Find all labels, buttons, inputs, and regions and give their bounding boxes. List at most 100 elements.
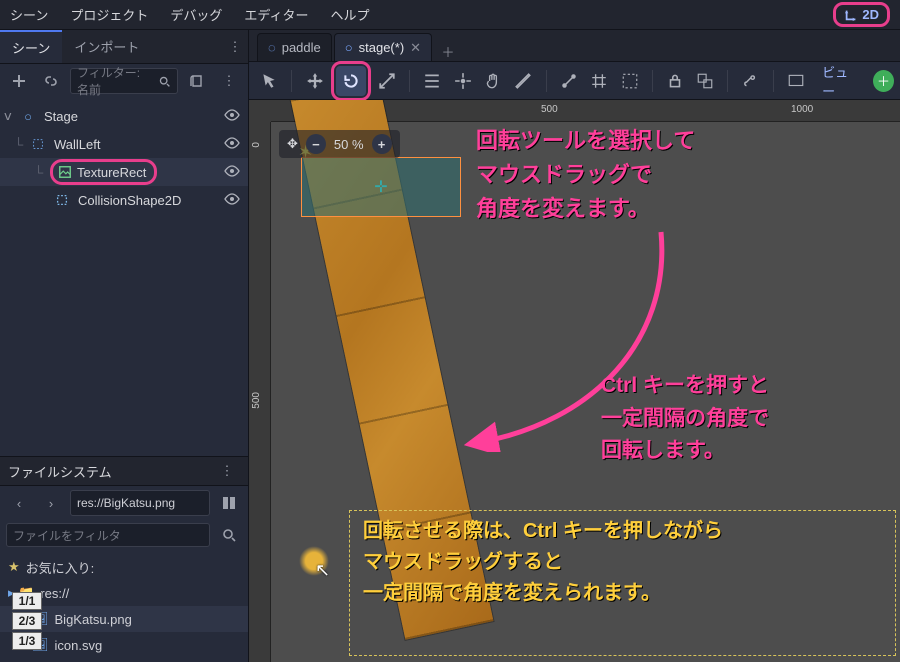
tree-node-wallleft[interactable]: └ WallLeft xyxy=(0,130,248,158)
page-badge: 1/1 xyxy=(12,592,42,610)
add-scene-tab[interactable]: ＋ xyxy=(434,42,462,61)
ruler-corner xyxy=(249,100,271,122)
ruler-tool[interactable] xyxy=(509,66,537,96)
close-icon[interactable]: ✕ xyxy=(410,40,421,56)
list-select-tool[interactable] xyxy=(418,66,446,96)
lock-button[interactable] xyxy=(661,66,689,96)
fs-forward-button[interactable]: › xyxy=(38,490,64,516)
viewport-2d[interactable]: 0 500 1000 0 500 ✛ ✶ ✥ − 50 % + xyxy=(249,100,900,662)
star-icon: ★ xyxy=(8,559,20,575)
node2d-icon xyxy=(30,136,46,152)
rotate-tool-highlight xyxy=(331,61,371,101)
tree-node-label: WallLeft xyxy=(54,137,100,152)
fs-layout-toggle[interactable] xyxy=(216,490,242,516)
pan-tool[interactable] xyxy=(479,66,507,96)
dock-menu-icon[interactable]: ⋮ xyxy=(214,458,240,484)
view-menu[interactable]: ビュー xyxy=(814,66,867,96)
grid-snap-toggle[interactable] xyxy=(585,66,613,96)
center-marker-icon: ✛ xyxy=(374,177,387,197)
scale-tool[interactable] xyxy=(373,66,401,96)
visibility-icon[interactable] xyxy=(224,191,240,210)
open-scene-tabs: ◌ paddle ○ stage(*) ✕ ＋ xyxy=(249,30,900,62)
fs-favorites[interactable]: ★ お気に入り: xyxy=(0,554,248,580)
menu-help[interactable]: ヘルプ xyxy=(330,5,369,24)
rotate-tool[interactable] xyxy=(336,66,366,96)
ruler-tick: 500 xyxy=(251,392,262,409)
zoom-out-button[interactable]: − xyxy=(306,134,326,154)
pivot-tool[interactable] xyxy=(448,66,476,96)
add-node-shortcut[interactable]: ＋ xyxy=(873,70,894,92)
add-node-button[interactable] xyxy=(6,68,32,94)
fs-back-button[interactable]: ‹ xyxy=(6,490,32,516)
fs-nav: ‹ › res://BigKatsu.png xyxy=(0,486,248,520)
zoom-level-label[interactable]: 50 % xyxy=(334,137,364,152)
scene-tab-label: paddle xyxy=(282,40,321,55)
selection-rect[interactable]: ✛ xyxy=(301,157,461,217)
fs-file-label: BigKatsu.png xyxy=(55,612,132,627)
page-badge: 2/3 xyxy=(12,612,42,630)
scene-filter-input[interactable]: フィルター: 名前 xyxy=(70,68,178,94)
move-tool[interactable] xyxy=(300,66,328,96)
scene-tree: 𝗏 ○ Stage └ WallLeft └ xyxy=(0,98,248,456)
bone-tool[interactable] xyxy=(736,66,764,96)
dock-menu-icon[interactable]: ⋮ xyxy=(222,34,248,60)
preview-canvas[interactable] xyxy=(782,66,810,96)
canvas-area[interactable]: ✛ ✶ ✥ − 50 % + xyxy=(271,122,900,662)
viewport-toolbar: ビュー ＋ xyxy=(249,62,900,100)
menu-debug[interactable]: デバッグ xyxy=(170,5,222,24)
tree-node-stage[interactable]: 𝗏 ○ Stage xyxy=(0,102,248,130)
snap-options[interactable] xyxy=(555,66,583,96)
tab-scene[interactable]: シーン xyxy=(0,30,62,63)
annotation-rotate-tool: 回転ツールを選択して マウスドラッグで 角度を変えます。 xyxy=(476,124,695,226)
zoom-in-button[interactable]: + xyxy=(372,134,392,154)
tree-node-label: Stage xyxy=(44,109,78,124)
axis-2d-icon xyxy=(844,8,858,22)
fs-path-text: res://BigKatsu.png xyxy=(77,496,175,510)
center-view-icon[interactable]: ✥ xyxy=(287,136,298,152)
visibility-icon[interactable] xyxy=(224,107,240,126)
menu-project[interactable]: プロジェクト xyxy=(70,5,148,24)
filesystem-header: ファイルシステム ⋮ xyxy=(0,456,248,486)
fs-file-label: icon.svg xyxy=(55,638,103,653)
select-tool[interactable] xyxy=(255,66,283,96)
menu-scene[interactable]: シーン xyxy=(10,5,48,24)
workspace-2d-label: 2D xyxy=(862,7,879,22)
visibility-icon[interactable] xyxy=(224,163,240,182)
fs-path-field[interactable]: res://BigKatsu.png xyxy=(70,490,210,516)
tree-node-label: CollisionShape2D xyxy=(78,193,181,208)
fs-filter-placeholder: ファイルをフィルタ xyxy=(13,527,121,544)
tree-node-texturerect[interactable]: └ TextureRect xyxy=(0,158,248,186)
workspace-2d-button[interactable]: 2D xyxy=(833,2,890,27)
node2d-icon: ○ xyxy=(20,108,36,124)
scene-tab-paddle[interactable]: ◌ paddle xyxy=(257,33,332,61)
fs-fav-label: お気に入り: xyxy=(26,558,95,577)
ruler-vertical[interactable]: 0 500 xyxy=(249,122,271,662)
view-menu-label: ビュー xyxy=(822,62,859,100)
node2d-icon: ○ xyxy=(345,40,353,55)
collisionshape-icon xyxy=(54,192,70,208)
disclosure-icon[interactable]: 𝗏 xyxy=(4,108,16,124)
link-node-button[interactable] xyxy=(38,68,64,94)
menu-editor[interactable]: エディター xyxy=(244,5,308,24)
filesystem-title: ファイルシステム xyxy=(8,462,112,481)
node2d-icon: ◌ xyxy=(268,40,276,55)
search-icon[interactable] xyxy=(216,522,242,548)
page-badge: 1/3 xyxy=(12,632,42,650)
tab-import[interactable]: インポート xyxy=(62,31,151,62)
scene-filter-placeholder: フィルター: 名前 xyxy=(77,64,154,98)
page-badges: 1/1 2/3 1/3 xyxy=(12,592,42,650)
script-button[interactable] xyxy=(184,68,210,94)
fs-filter-input[interactable]: ファイルをフィルタ xyxy=(6,523,210,547)
visibility-icon[interactable] xyxy=(224,135,240,154)
ruler-tick: 1000 xyxy=(791,104,813,115)
texturerect-icon xyxy=(57,164,73,180)
group-button[interactable] xyxy=(691,66,719,96)
tree-node-collisionshape[interactable]: CollisionShape2D xyxy=(0,186,248,214)
scene-extra-menu[interactable]: ⋮ xyxy=(216,68,242,94)
scene-tab-label: stage(*) xyxy=(359,40,405,55)
smart-snap-toggle[interactable] xyxy=(615,66,643,96)
scene-tab-stage[interactable]: ○ stage(*) ✕ xyxy=(334,33,432,61)
scene-toolbar: フィルター: 名前 ⋮ xyxy=(0,64,248,98)
menubar: シーン プロジェクト デバッグ エディター ヘルプ 2D xyxy=(0,0,900,30)
tree-node-label: TextureRect xyxy=(77,165,146,180)
